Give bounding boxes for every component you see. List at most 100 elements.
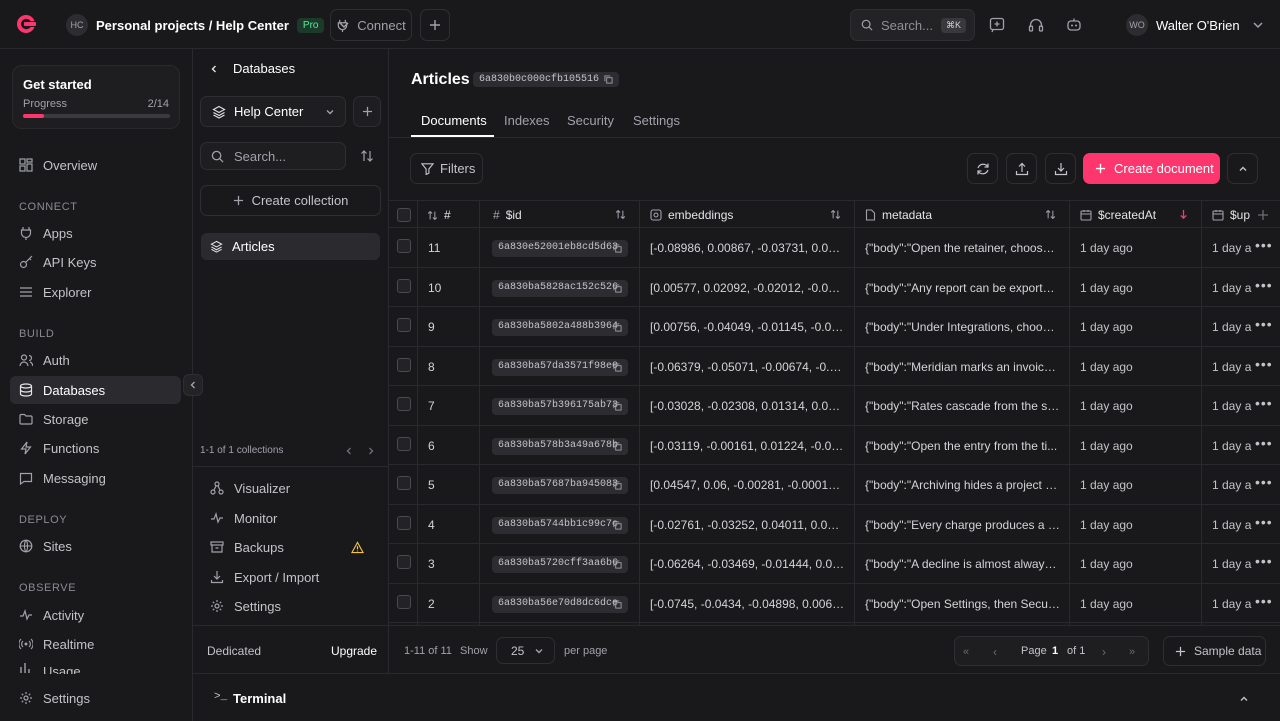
metadata-cell[interactable]: {"body":"Any report can be exported... — [865, 281, 1060, 295]
metadata-cell[interactable]: {"body":"Under Integrations, choose... — [865, 320, 1060, 334]
connect-button[interactable]: Connect — [330, 9, 412, 41]
table-row[interactable]: 7 6a830ba57b396175ab73 [-0.03028, -0.02308… — [389, 386, 1280, 426]
document-id-chip[interactable]: 6a830e52001eb8cd5d63 — [492, 240, 628, 257]
sidebar-item-realtime[interactable]: Realtime — [10, 630, 181, 658]
project-switcher[interactable]: HC Personal projects / Help Center Pro — [66, 14, 350, 36]
refresh-button[interactable] — [967, 153, 998, 184]
row-checkbox[interactable] — [397, 239, 411, 253]
table-row[interactable]: 4 6a830ba5744bb1c99c7c [-0.02761, -0.03252… — [389, 505, 1280, 544]
column-header-embeddings[interactable]: embeddings — [650, 208, 733, 222]
tool-visualizer[interactable]: Visualizer — [201, 474, 372, 502]
table-row[interactable]: 2 6a830ba56e70d8dc6dce [-0.0745, -0.0434, … — [389, 584, 1280, 623]
column-header-updatedat[interactable]: $up — [1212, 208, 1256, 222]
add-database-button[interactable] — [353, 96, 381, 127]
get-started-card[interactable]: Get started Progress 2/14 — [12, 65, 180, 129]
document-id-chip[interactable]: 6a830ba5828ac152c526 — [492, 279, 628, 297]
row-menu-icon[interactable]: ••• — [1255, 237, 1273, 253]
row-checkbox[interactable] — [397, 278, 411, 293]
table-row[interactable]: 10 6a830ba5828ac152c526 [0.00577, 0.02092,… — [389, 268, 1280, 307]
collection-id-chip[interactable]: 6a830b0c000cfb105516 — [473, 72, 620, 87]
embeddings-cell[interactable]: [0.04547, 0.06, -0.00281, -0.00013, ... — [650, 478, 845, 492]
create-collection-button[interactable]: Create collection — [200, 185, 381, 216]
metadata-cell[interactable]: {"body":"Archiving hides a project fr... — [865, 478, 1060, 492]
embeddings-cell[interactable]: [-0.02761, -0.03252, 0.04011, 0.0017... — [650, 518, 845, 532]
database-selector[interactable]: Help Center — [200, 96, 346, 127]
column-header-createdat[interactable]: $createdAt — [1080, 208, 1156, 222]
upload-button[interactable] — [1006, 153, 1037, 184]
row-menu-icon[interactable]: ••• — [1255, 356, 1273, 372]
select-all-checkbox[interactable] — [397, 208, 411, 222]
embeddings-cell[interactable]: [-0.06379, -0.05071, -0.00674, -0.0... — [650, 360, 845, 374]
column-header-id[interactable]: # $id — [493, 208, 522, 222]
sidebar-item-sites[interactable]: Sites — [10, 532, 181, 560]
sidebar-item-auth[interactable]: Auth — [10, 346, 181, 374]
embeddings-cell[interactable]: [-0.03119, -0.00161, 0.01224, -0.0111... — [650, 439, 845, 453]
embeddings-cell[interactable]: [-0.0745, -0.0434, -0.04898, 0.0061... — [650, 597, 845, 611]
sidebar-item-storage[interactable]: Storage — [10, 405, 181, 433]
download-button[interactable] — [1045, 153, 1076, 184]
row-checkbox[interactable] — [397, 594, 411, 609]
embeddings-cell[interactable]: [-0.08986, 0.00867, -0.03731, 0.035... — [650, 241, 845, 255]
sidebar-item-functions[interactable]: Functions — [10, 434, 181, 462]
column-header-number[interactable]: # — [427, 208, 451, 222]
row-menu-icon[interactable]: ••• — [1255, 277, 1273, 293]
row-menu-icon[interactable]: ••• — [1255, 316, 1273, 332]
collection-item-articles[interactable]: Articles — [201, 233, 380, 260]
row-checkbox[interactable] — [397, 357, 411, 372]
metadata-cell[interactable]: {"body":"A decline is almost always t... — [865, 557, 1060, 571]
sidebar-item-activity[interactable]: Activity — [10, 601, 181, 629]
document-id-chip[interactable]: 6a830ba57b396175ab73 — [492, 398, 628, 415]
sort-icon[interactable] — [615, 209, 626, 220]
table-row[interactable]: 5 6a830ba57687ba945083 [0.04547, 0.06, -0.… — [389, 465, 1280, 505]
row-menu-icon[interactable]: ••• — [1255, 553, 1273, 569]
create-document-button[interactable]: Create document — [1083, 153, 1220, 184]
tab-documents[interactable]: Documents — [421, 113, 487, 128]
row-menu-icon[interactable]: ••• — [1255, 593, 1273, 609]
document-id-chip[interactable]: 6a830ba5802a488b3964 — [492, 319, 628, 336]
metadata-cell[interactable]: {"body":"Every charge produces a P... — [865, 518, 1060, 532]
first-page-icon[interactable]: « — [963, 646, 969, 658]
sort-descending-icon[interactable] — [1178, 209, 1189, 220]
row-menu-icon[interactable]: ••• — [1255, 514, 1273, 530]
tab-settings[interactable]: Settings — [633, 113, 680, 128]
row-checkbox[interactable] — [397, 515, 411, 530]
embeddings-cell[interactable]: [0.00756, -0.04049, -0.01145, -0.00... — [650, 320, 845, 334]
sidebar-item-api-keys[interactable]: API Keys — [10, 248, 181, 276]
embeddings-cell[interactable]: [-0.03028, -0.02308, 0.01314, 0.003... — [650, 399, 845, 413]
tab-indexes[interactable]: Indexes — [504, 113, 550, 128]
column-header-metadata[interactable]: metadata — [865, 208, 932, 222]
collection-search-input[interactable]: Search... — [200, 142, 346, 170]
document-id-chip[interactable]: 6a830ba57687ba945083 — [492, 477, 628, 494]
collapse-toolbar-button[interactable] — [1227, 153, 1258, 184]
chevron-up-icon[interactable] — [1239, 694, 1249, 704]
per-page-select[interactable]: 25 — [496, 637, 555, 664]
table-row[interactable]: 8 6a830ba57da3571f98e0 [-0.06379, -0.05071… — [389, 347, 1280, 386]
sidebar-item-explorer[interactable]: Explorer — [10, 278, 181, 306]
table-row[interactable]: 11 6a830e52001eb8cd5d63 [-0.08986, 0.00867… — [389, 228, 1280, 268]
row-checkbox[interactable] — [397, 476, 411, 490]
feedback-icon[interactable] — [989, 17, 1005, 33]
sort-icon[interactable] — [360, 149, 374, 163]
tab-security[interactable]: Security — [567, 113, 614, 128]
add-button[interactable] — [420, 9, 450, 41]
sidebar-item-messaging[interactable]: Messaging — [10, 464, 181, 492]
chevron-left-icon[interactable] — [344, 446, 354, 456]
document-id-chip[interactable]: 6a830ba578b3a49a678b — [492, 437, 628, 455]
terminal-bar[interactable]: >_ Terminal — [193, 673, 1280, 721]
document-id-chip[interactable]: 6a830ba5744bb1c99c7c — [492, 516, 628, 534]
row-checkbox[interactable] — [397, 318, 411, 332]
embeddings-cell[interactable]: [-0.06264, -0.03469, -0.01444, 0.09... — [650, 557, 845, 571]
sidebar-item-apps[interactable]: Apps — [10, 219, 181, 247]
metadata-cell[interactable]: {"body":"Meridian marks an invoice o... — [865, 360, 1060, 374]
sort-icon[interactable] — [1045, 209, 1056, 220]
last-page-icon[interactable]: » — [1129, 646, 1135, 658]
sidebar-item-settings[interactable]: Settings — [10, 684, 181, 712]
app-logo-icon[interactable] — [14, 13, 38, 35]
prev-page-icon[interactable]: ‹ — [993, 645, 997, 659]
user-menu[interactable]: WO Walter O'Brien — [1126, 14, 1264, 36]
tool-monitor[interactable]: Monitor — [201, 504, 372, 532]
sidebar-item-databases[interactable]: Databases — [10, 376, 181, 404]
chevron-right-icon[interactable] — [366, 446, 376, 456]
row-menu-icon[interactable]: ••• — [1255, 435, 1273, 451]
headset-icon[interactable] — [1028, 17, 1044, 33]
